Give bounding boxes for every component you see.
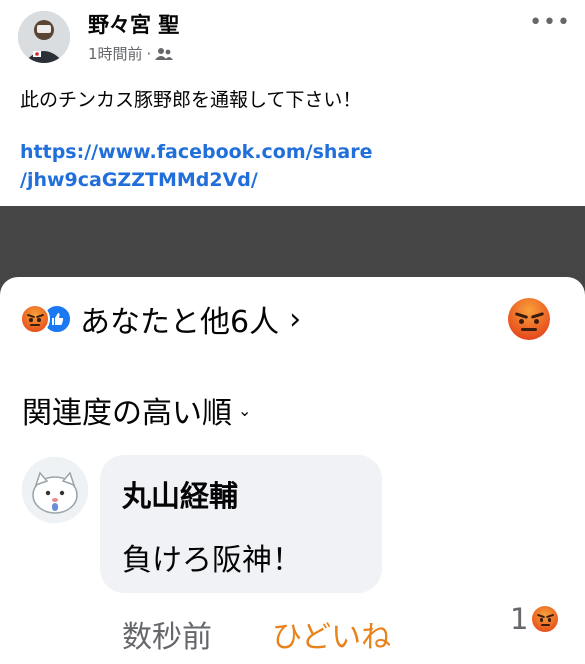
commenter-name[interactable]: 丸山経輔: [122, 473, 238, 515]
sort-dropdown[interactable]: 関連度の高い順 ⌄: [22, 388, 251, 432]
post-meta: 1時間前 ·: [88, 43, 174, 64]
meta-separator: ·: [146, 44, 152, 63]
cat-avatar-icon: [22, 457, 88, 523]
chevron-right-icon: ›: [289, 301, 302, 337]
reaction-summary-text: あなたと他6人: [80, 305, 280, 340]
reaction-count: 1: [510, 602, 529, 636]
angry-reaction-button[interactable]: [508, 298, 550, 340]
commenter-avatar[interactable]: [22, 457, 88, 523]
sort-label: 関連度の高い順: [22, 396, 232, 431]
comment-time[interactable]: 数秒前: [122, 612, 212, 656]
author-avatar[interactable]: [18, 11, 70, 63]
angry-icon: [20, 304, 50, 334]
comment-reaction-count[interactable]: 1: [510, 602, 559, 636]
post-text: 此のチンカス豚野郎を通報して下さい！: [20, 89, 362, 111]
person-icon: [18, 11, 70, 63]
more-icon[interactable]: •••: [529, 10, 571, 35]
react-button[interactable]: ひどいね: [272, 612, 391, 656]
post-link[interactable]: https://www.facebook.com/share/jhw9caGZZ…: [20, 138, 440, 194]
chevron-down-icon: ⌄: [238, 400, 252, 420]
comment-text: 負けろ阪神！: [122, 543, 302, 578]
friends-icon: [155, 47, 174, 60]
reaction-summary[interactable]: あなたと他6人 ›: [20, 297, 301, 341]
angry-icon: [532, 606, 559, 632]
post: 野々宮 聖 1時間前 · ••• 此のチンカス豚野郎を通報して下さい！ http…: [0, 0, 585, 206]
author-name[interactable]: 野々宮 聖: [88, 9, 179, 39]
post-time[interactable]: 1時間前: [88, 43, 143, 64]
